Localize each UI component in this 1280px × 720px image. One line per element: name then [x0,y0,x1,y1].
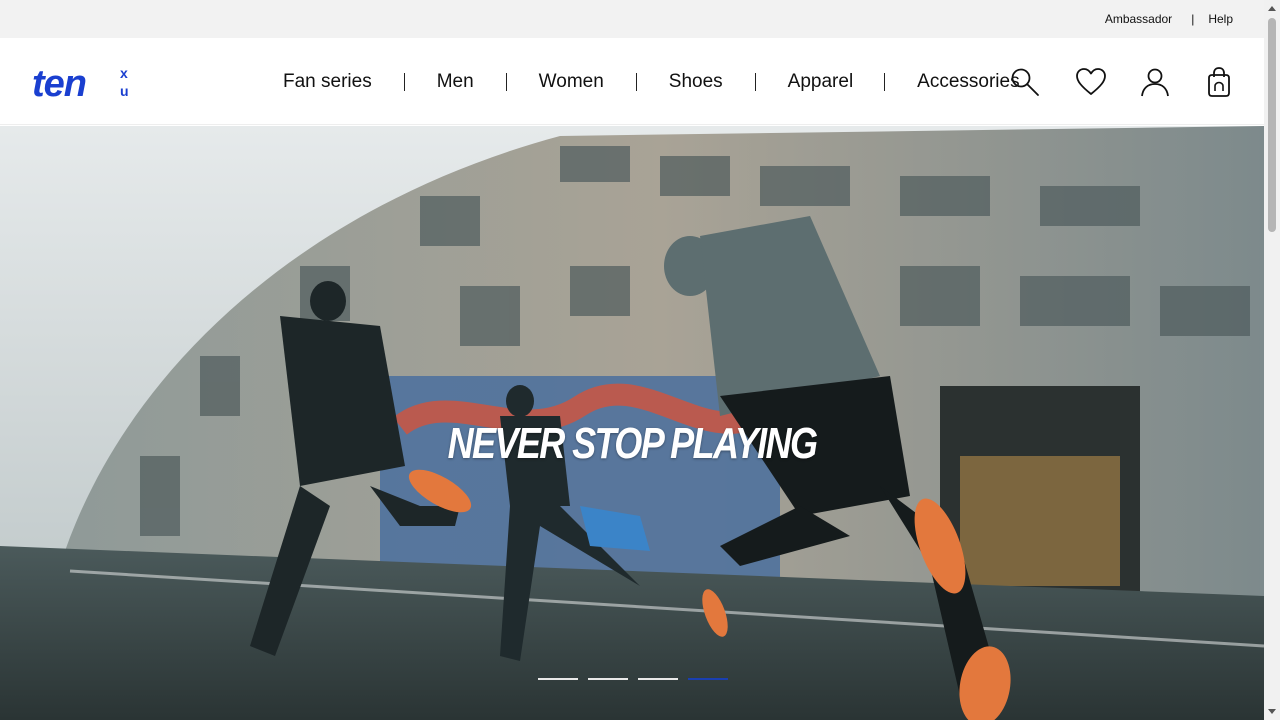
chevron-down-icon [1268,709,1276,714]
utility-separator: | [1191,12,1195,26]
site-header: ten x u Fan series Men Women Shoes Appar… [0,38,1264,125]
nav-divider [754,72,756,91]
brand-name: ten [32,63,86,102]
heart-icon [1076,67,1106,95]
hero-headline: NEVER STOP PLAYING [447,419,818,468]
brand-suffix-top: x [120,65,128,81]
nav-apparel[interactable]: Apparel [788,71,854,93]
account-button[interactable] [1138,65,1172,99]
nav-shoes[interactable]: Shoes [669,71,723,93]
nav-accessories[interactable]: Accessories [917,71,1019,93]
hero-banner[interactable]: NEVER STOP PLAYING [0,126,1264,720]
header-actions [1008,38,1236,125]
nav-divider [635,72,637,91]
search-button[interactable] [1008,65,1042,99]
nav-women[interactable]: Women [539,71,604,93]
utility-bar: Ambassador | Help [0,0,1264,38]
carousel-dot-3[interactable] [638,678,678,680]
scroll-down-arrow[interactable] [1264,704,1280,720]
carousel-dot-4[interactable] [688,678,728,680]
ambassador-link[interactable]: Ambassador [1105,12,1172,26]
cart-button[interactable] [1202,65,1236,99]
brand-logo[interactable]: ten x u [32,62,132,105]
chevron-up-icon [1268,6,1276,11]
nav-fan-series[interactable]: Fan series [283,71,372,93]
nav-divider [505,72,507,91]
bag-icon [1208,66,1230,97]
scroll-thumb[interactable] [1268,18,1276,232]
carousel-indicators [538,678,738,680]
carousel-dot-1[interactable] [538,678,578,680]
help-link[interactable]: Help [1208,12,1233,26]
nav-divider [403,72,405,91]
wishlist-button[interactable] [1074,65,1108,99]
user-icon [1141,68,1169,96]
main-nav: Fan series Men Women Shoes Apparel Acces… [283,38,1020,125]
nav-men[interactable]: Men [437,71,474,93]
nav-divider [884,72,886,91]
scroll-up-arrow[interactable] [1264,0,1280,16]
brand-suffix-bottom: u [120,83,129,99]
page-scrollbar[interactable] [1264,0,1280,720]
search-icon [1011,68,1039,96]
brand-logo-mark: ten x u [32,63,129,105]
carousel-dot-2[interactable] [588,678,628,680]
